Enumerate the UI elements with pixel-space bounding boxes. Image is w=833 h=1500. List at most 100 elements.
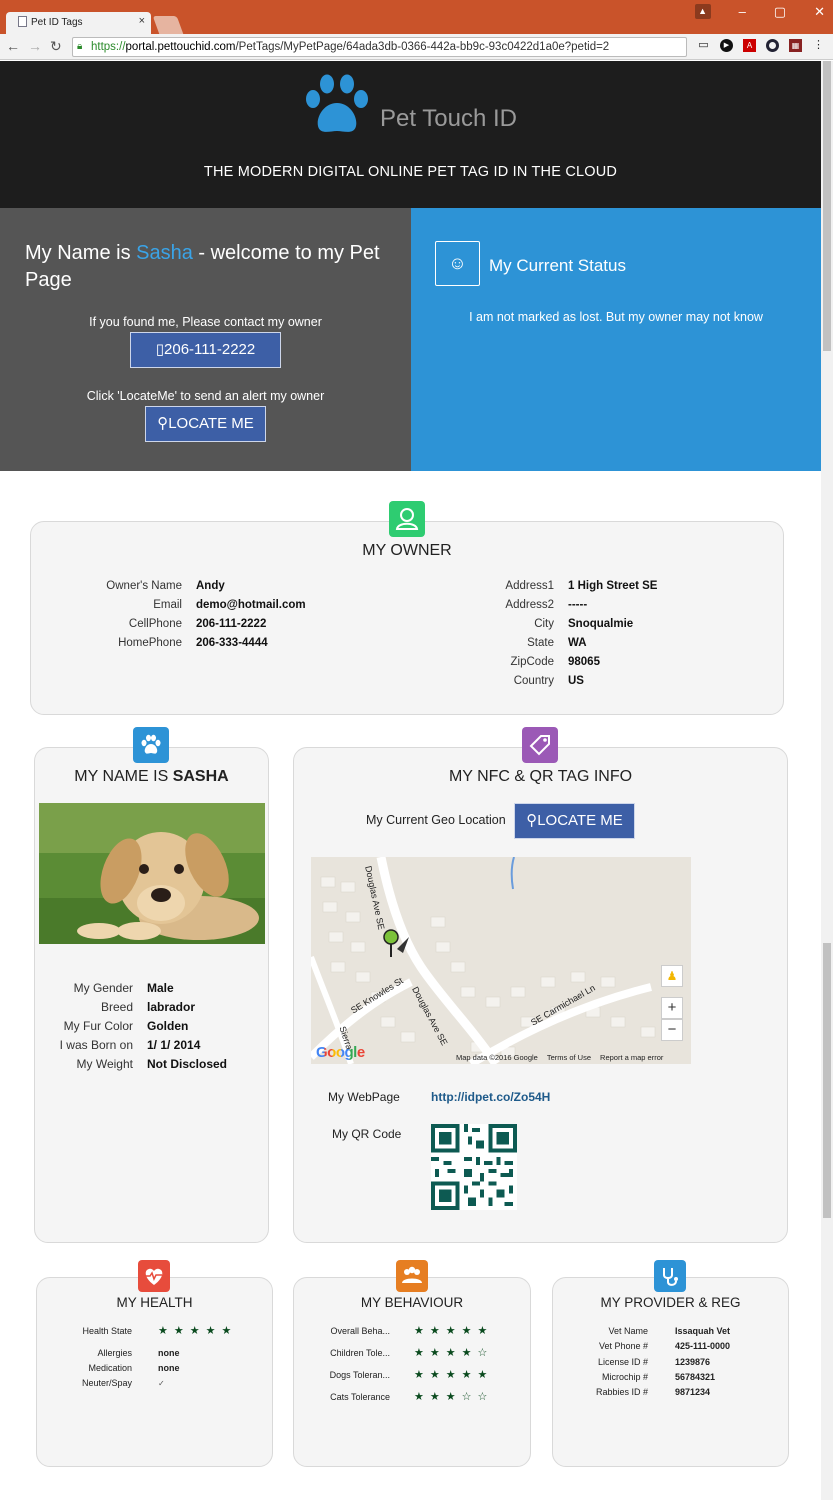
geo-location-label: My Current Geo Location xyxy=(366,813,506,827)
field-label: Email xyxy=(153,599,182,611)
cast-icon[interactable]: ▭ xyxy=(697,39,710,52)
provider-row: Rabbies ID # 9871234 xyxy=(553,1385,710,1400)
brand-name: Pet Touch ID xyxy=(380,105,517,132)
contact-note: If you found me, Please contact my owner xyxy=(89,315,322,329)
google-logo: Google xyxy=(316,1044,365,1061)
welcome-prefix: My Name is xyxy=(25,242,137,264)
field-value: Golden xyxy=(147,1019,189,1033)
grid-extension-icon[interactable]: ▦ xyxy=(789,39,802,52)
provider-row: Microchip # 56784321 xyxy=(553,1370,715,1385)
field-value: demo@hotmail.com xyxy=(196,599,306,611)
field-value: Andy xyxy=(196,580,225,592)
address-row: Country US xyxy=(431,672,761,691)
url-scheme: https:// xyxy=(91,41,126,53)
qr-label: My QR Code xyxy=(332,1127,402,1141)
google-logo-text: Google xyxy=(316,1044,365,1061)
locate-me-button[interactable]: ⚲LOCATE ME xyxy=(145,406,266,442)
maximize-button[interactable]: ▢ xyxy=(774,4,786,20)
field-label: Medication xyxy=(88,1363,132,1373)
checkbox-icon: ✓ xyxy=(158,1379,165,1388)
field-label: Rabbies ID # xyxy=(595,1387,648,1397)
geo-map[interactable]: Douglas Ave SE SE Knowles St Douglas Ave… xyxy=(311,857,691,1064)
page-scrollbar[interactable] xyxy=(821,61,833,1500)
profile-icon[interactable]: ▲ xyxy=(694,4,711,19)
field-label: Vet Name xyxy=(608,1326,648,1336)
health-row: Health State ★★★★★ xyxy=(37,1324,237,1339)
field-value: 1/ 1/ 2014 xyxy=(147,1038,201,1052)
pet-photo xyxy=(39,803,265,944)
field-value: none xyxy=(158,1348,180,1358)
play-extension-icon[interactable]: ▶ xyxy=(720,39,733,52)
tagline: THE MODERN DIGITAL ONLINE PET TAG ID IN … xyxy=(203,164,618,180)
pet-details: My Gender Male Breed labrador My Fur Color… xyxy=(35,979,270,1074)
rating-stars: ★★★★☆ xyxy=(414,1347,494,1359)
address-row: Address1 1 High Street SE xyxy=(431,577,761,596)
nfc-card: MY NFC & QR TAG INFO My Current Geo Loca… xyxy=(293,747,788,1243)
person-icon xyxy=(389,501,425,537)
field-value: 1239876 xyxy=(675,1357,711,1367)
field-value: 1 High Street SE xyxy=(568,580,658,592)
pet-row: My Weight Not Disclosed xyxy=(35,1055,270,1074)
reload-icon[interactable]: ↻ xyxy=(50,38,62,55)
scrollbar-thumb[interactable] xyxy=(823,61,831,351)
field-value: 56784321 xyxy=(675,1372,716,1382)
forward-arrow-icon[interactable]: → xyxy=(28,38,42,54)
owner-row: Email demo@hotmail.com xyxy=(51,596,371,615)
field-value: WA xyxy=(568,637,587,649)
field-value: Snoqualmie xyxy=(568,618,634,630)
owner-card: MY OWNER Owner's Name Andy Email demo@hotm… xyxy=(30,521,784,715)
menu-icon[interactable]: ⋮ xyxy=(812,39,825,52)
minimize-button[interactable]: – xyxy=(739,4,746,20)
health-row: Neuter/Spay ✓ xyxy=(37,1376,165,1391)
pdf-extension-icon[interactable]: A xyxy=(743,39,756,52)
scrollbar-thumb[interactable] xyxy=(823,943,831,1218)
health-row: Allergies none xyxy=(37,1346,180,1361)
close-window-button[interactable]: ✕ xyxy=(814,4,825,20)
address-bar[interactable]: 🔒︎ https://portal.pettouchid.com/PetTags/… xyxy=(72,37,687,57)
field-value: 206-333-4444 xyxy=(196,637,268,649)
site-header: Pet Touch ID THE MODERN DIGITAL ONLINE P… xyxy=(0,61,821,208)
field-value: 98065 xyxy=(568,656,600,668)
record-extension-icon[interactable] xyxy=(766,39,779,52)
nfc-locate-me-button[interactable]: ⚲LOCATE ME xyxy=(514,803,635,839)
field-label: Microchip # xyxy=(601,1372,648,1382)
behaviour-row: Cats Tolerance ★★★☆☆ xyxy=(294,1390,493,1405)
nfc-locate-button-label: LOCATE ME xyxy=(537,812,623,829)
zoom-in-button[interactable]: + xyxy=(661,997,683,1019)
field-label: Address1 xyxy=(505,580,554,592)
rating-stars: ★★★☆☆ xyxy=(414,1391,494,1403)
report-error-link[interactable]: Report a map error xyxy=(600,1053,663,1062)
zoom-out-button[interactable]: − xyxy=(661,1019,683,1041)
owner-row: HomePhone 206-333-4444 xyxy=(51,634,371,653)
field-label: ZipCode xyxy=(510,656,554,668)
owner-row: Owner's Name Andy xyxy=(51,577,371,596)
health-row: Medication none xyxy=(37,1361,180,1376)
field-label: I was Born on xyxy=(59,1038,133,1052)
back-arrow-icon[interactable]: ← xyxy=(6,38,20,54)
field-label: Address2 xyxy=(505,599,554,611)
field-value: 9871234 xyxy=(675,1387,711,1397)
pet-title-prefix: MY NAME IS xyxy=(74,768,173,785)
webpage-link[interactable]: http://idpet.co/Zo54H xyxy=(431,1090,550,1104)
pegman-icon[interactable]: ♟ xyxy=(661,965,683,987)
lock-icon: 🔒︎ xyxy=(77,41,83,52)
field-label: Breed xyxy=(100,1000,133,1014)
phone-icon: ▯ xyxy=(155,341,165,358)
behaviour-row: Children Tole... ★★★★☆ xyxy=(294,1346,493,1361)
browser-tab[interactable]: Pet ID Tags × xyxy=(6,12,151,34)
field-label: State xyxy=(527,637,554,649)
field-label: My Gender xyxy=(73,981,133,995)
new-tab-button[interactable] xyxy=(152,16,184,34)
tab-close-icon[interactable]: × xyxy=(139,15,145,27)
pet-title-name: SASHA xyxy=(172,768,229,785)
field-label: My Weight xyxy=(76,1057,133,1071)
field-label: Owner's Name xyxy=(106,580,182,592)
field-label: Cats Tolerance xyxy=(330,1392,390,1402)
call-owner-button[interactable]: ▯206-111-2222 xyxy=(130,332,281,368)
field-label: Country xyxy=(513,675,554,687)
field-value: none xyxy=(158,1363,180,1373)
terms-link[interactable]: Terms of Use xyxy=(547,1053,591,1062)
address-row: ZipCode 98065 xyxy=(431,653,761,672)
behaviour-row: Dogs Toleran... ★★★★★ xyxy=(294,1368,493,1383)
field-label: Neuter/Spay xyxy=(81,1378,132,1388)
